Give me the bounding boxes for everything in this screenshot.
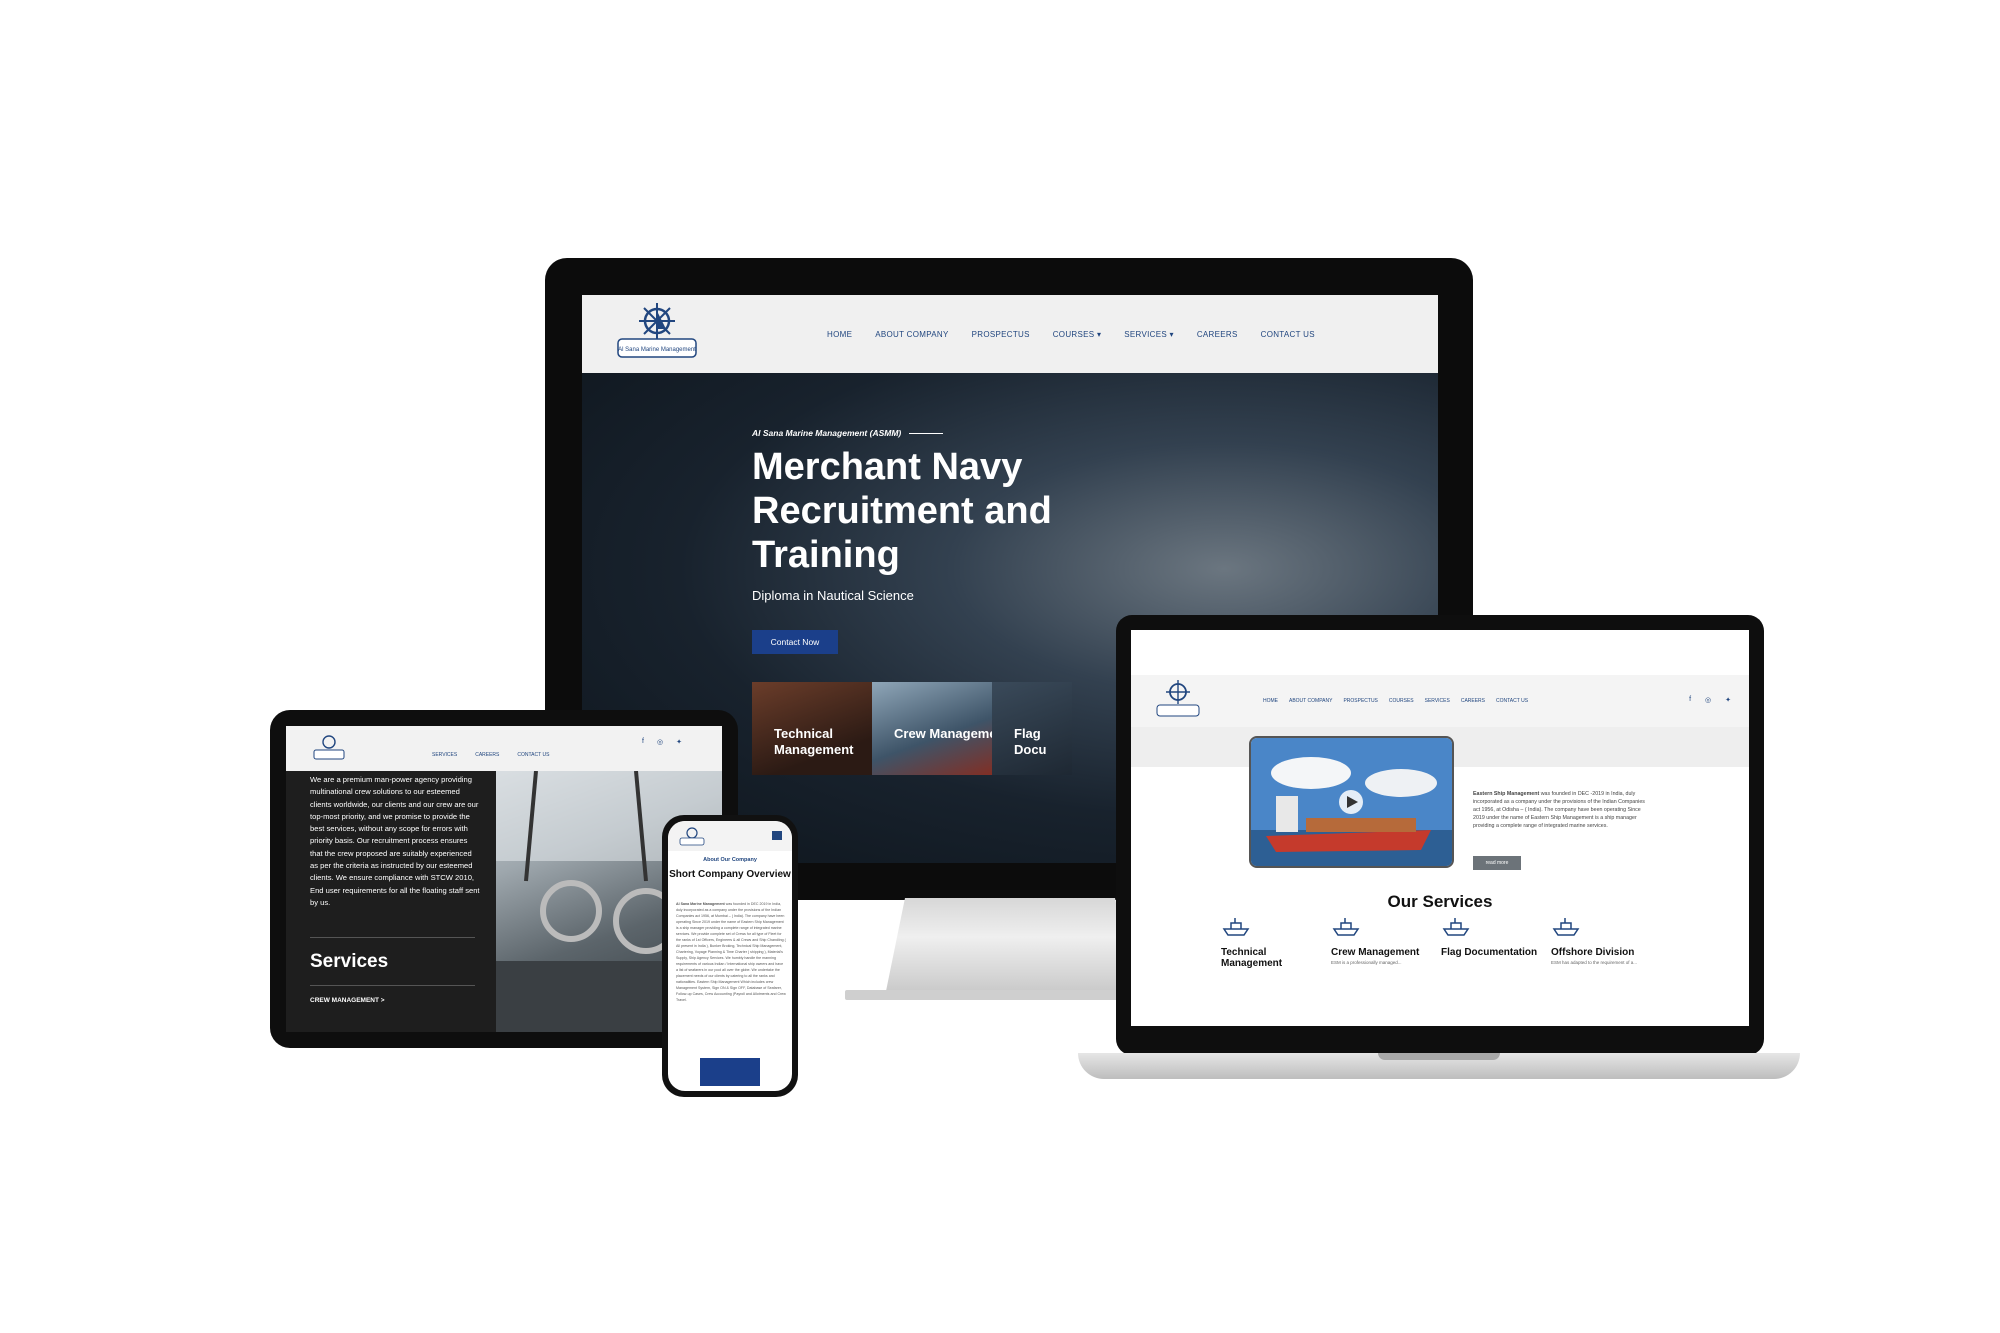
overview-title: Short Company Overview (669, 869, 791, 880)
nav-services[interactable]: SERVICES (432, 752, 457, 758)
tablet-nav: SERVICES CAREERS CONTACT US (432, 752, 549, 758)
chevron-down-icon: ▾ (1096, 329, 1102, 339)
service-flag-documentation[interactable]: Flag Documentation (1441, 915, 1541, 960)
ship-icon (1442, 918, 1470, 936)
service-technical-management[interactable]: Technical Management (1221, 915, 1321, 971)
service-desc: ESM has adapted to the requirement of a.… (1551, 960, 1638, 965)
nav-home[interactable]: HOME (827, 330, 852, 339)
nav-contact-us[interactable]: CONTACT US (1496, 698, 1528, 704)
card-flag-documentation[interactable]: Flag Docu (992, 682, 1072, 775)
container-ship-image (1251, 738, 1452, 866)
service-title: Crew Management (1331, 947, 1420, 958)
tablet-screen: SERVICES CAREERS CONTACT US f ◎ ✦ We are… (286, 726, 722, 1032)
nav-courses[interactable]: COURSES (1389, 698, 1414, 704)
card-technical-management[interactable]: Technical Management (752, 682, 892, 775)
instagram-icon[interactable]: ◎ (657, 738, 663, 746)
divider (310, 985, 475, 986)
site-header: Al Sana Marine Management HOME ABOUT COM… (582, 295, 1438, 373)
social-links: f ◎ ✦ (1689, 696, 1731, 704)
facebook-icon[interactable]: f (1689, 696, 1691, 704)
overview-text: Al Sana Marine Management was founded in… (676, 901, 786, 1003)
laptop-notch (1378, 1053, 1500, 1060)
nav-services-label: SERVICES (1124, 329, 1167, 339)
phone-screen: About Our Company Short Company Overview… (668, 821, 792, 1091)
hero-tagline-text: Al Sana Marine Management (ASMM) (752, 428, 902, 438)
laptop-lid: HOME ABOUT COMPANY PROSPECTUS COURSES SE… (1116, 615, 1764, 1055)
ship-wheel-logo-icon[interactable] (312, 732, 346, 764)
about-text-bold: Eastern Ship Management (1473, 791, 1540, 797)
nav-home[interactable]: HOME (1263, 698, 1278, 704)
nav-prospectus[interactable]: PROSPECTUS (972, 330, 1030, 339)
service-title: Technical Management (1221, 947, 1283, 969)
tablet-content-panel: We are a premium man-power agency provid… (286, 771, 496, 1032)
service-title: Flag Documentation (1441, 947, 1538, 958)
nav-careers[interactable]: CAREERS (1461, 698, 1485, 704)
card-crew-management[interactable]: Crew Management (872, 682, 1012, 775)
laptop-site-header: HOME ABOUT COMPANY PROSPECTUS COURSES SE… (1131, 675, 1749, 727)
nav-contact-us[interactable]: CONTACT US (517, 752, 549, 758)
nav-courses[interactable]: COURSES ▾ (1053, 330, 1102, 339)
nav-careers[interactable]: CAREERS (1197, 330, 1238, 339)
twitter-icon[interactable]: ✦ (676, 738, 682, 746)
nav-services[interactable]: SERVICES ▾ (1124, 330, 1174, 339)
social-links: f ◎ ✦ (642, 738, 682, 746)
agency-paragraph: We are a premium man-power agency provid… (310, 775, 480, 907)
crew-management-link[interactable]: CREW MANAGEMENT > (310, 997, 385, 1004)
nav-about-company[interactable]: ABOUT COMPANY (875, 330, 948, 339)
tagline-divider (909, 432, 944, 434)
certificate-image[interactable] (700, 1058, 760, 1086)
hero-subtitle: Diploma in Nautical Science (752, 588, 914, 603)
services-heading: Services (310, 951, 389, 972)
service-crew-management[interactable]: Crew Management ESM is a professionally … (1331, 915, 1431, 965)
ship-wheel-logo-icon[interactable] (1153, 678, 1203, 724)
overview-text-body: was founded in DEC 2019 in India, duly i… (676, 902, 786, 1002)
logo-text: Al Sana Marine Management (618, 347, 696, 353)
laptop-nav: HOME ABOUT COMPANY PROSPECTUS COURSES SE… (1263, 675, 1528, 727)
nav-contact-us[interactable]: CONTACT US (1261, 330, 1315, 339)
ship-icon (1332, 918, 1360, 936)
services-heading: Our Services (1387, 892, 1493, 911)
chevron-down-icon: ▾ (1169, 329, 1174, 339)
nav-careers[interactable]: CAREERS (475, 752, 499, 758)
divider (310, 937, 475, 938)
hamburger-menu-icon[interactable] (772, 831, 782, 840)
instagram-icon[interactable]: ◎ (1705, 696, 1711, 704)
twitter-icon[interactable]: ✦ (1725, 696, 1731, 704)
overview-text-bold: Al Sana Marine Management (676, 902, 725, 906)
laptop: HOME ABOUT COMPANY PROSPECTUS COURSES SE… (1078, 615, 1800, 1085)
laptop-screen: HOME ABOUT COMPANY PROSPECTUS COURSES SE… (1131, 630, 1749, 1026)
hero-title: Merchant Navy Recruitment and Training (752, 446, 1052, 576)
ship-wheel-logo-icon[interactable] (678, 825, 706, 847)
nav-prospectus[interactable]: PROSPECTUS (1343, 698, 1377, 704)
ship-wheel-logo-icon[interactable]: Al Sana Marine Management (612, 301, 702, 367)
ship-icon (1222, 918, 1250, 936)
service-offshore-division[interactable]: Offshore Division ESM has adapted to the… (1551, 915, 1651, 965)
facebook-icon[interactable]: f (642, 738, 644, 746)
video-thumbnail[interactable] (1249, 736, 1454, 868)
tablet-site-header: SERVICES CAREERS CONTACT US f ◎ ✦ (286, 726, 722, 771)
about-label: About Our Company (703, 857, 757, 863)
phone-site-header (668, 821, 792, 851)
service-title: Offshore Division (1551, 947, 1635, 958)
nav-courses-label: COURSES (1052, 329, 1095, 339)
service-desc: ESM is a professionally managed... (1331, 960, 1402, 965)
main-nav: HOME ABOUT COMPANY PROSPECTUS COURSES ▾ … (827, 295, 1315, 373)
about-text: Eastern Ship Management was founded in D… (1473, 790, 1653, 830)
hero-tagline: Al Sana Marine Management (ASMM) (752, 428, 944, 438)
device-mockup-stage: Al Sana Marine Management HOME ABOUT COM… (0, 0, 2000, 1333)
smartphone: About Our Company Short Company Overview… (662, 815, 798, 1097)
nav-about-company[interactable]: ABOUT COMPANY (1289, 698, 1332, 704)
nav-services[interactable]: SERVICES (1425, 698, 1450, 704)
contact-now-button[interactable]: Contact Now (752, 630, 838, 654)
read-more-button[interactable]: read more (1473, 856, 1521, 870)
ship-icon (1552, 918, 1580, 936)
